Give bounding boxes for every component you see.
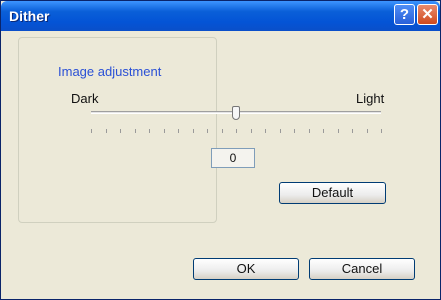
close-button[interactable]: ✕ xyxy=(417,4,438,25)
slider-tick xyxy=(294,129,295,133)
group-label: Image adjustment xyxy=(56,64,164,79)
slider-tick xyxy=(192,129,194,133)
ok-button[interactable]: OK xyxy=(193,258,299,280)
adjustment-value: 0 xyxy=(211,148,255,168)
slider-tick xyxy=(207,129,208,133)
cancel-button[interactable]: Cancel xyxy=(309,258,415,280)
default-button[interactable]: Default xyxy=(279,182,386,204)
slider-tick xyxy=(178,129,179,133)
window-title: Dither xyxy=(9,8,50,24)
slider-tick xyxy=(352,129,353,133)
slider-tick xyxy=(250,129,252,133)
slider-tick xyxy=(308,129,310,133)
slider-thumb[interactable] xyxy=(232,106,240,120)
slider-tick xyxy=(163,129,165,133)
slider-tick xyxy=(105,129,107,133)
title-bar[interactable]: Dither ? ✕ xyxy=(1,1,440,31)
slider-tick xyxy=(221,129,223,133)
help-button[interactable]: ? xyxy=(394,4,415,25)
slider-tick xyxy=(337,129,339,133)
dither-dialog: Dither ? ✕ Image adjustment Dark Light 0… xyxy=(0,0,441,300)
slider-tick xyxy=(265,129,266,133)
slider-tick xyxy=(279,129,281,133)
slider-tick xyxy=(91,129,92,133)
slider-tick xyxy=(120,129,121,133)
close-icon: ✕ xyxy=(421,6,434,23)
slider-tick xyxy=(323,129,324,133)
slider-tick xyxy=(236,129,237,133)
slider-ticks xyxy=(91,129,382,134)
light-label: Light xyxy=(356,91,385,106)
slider-tick xyxy=(366,129,368,133)
help-icon: ? xyxy=(399,6,410,23)
dark-label: Dark xyxy=(71,91,99,106)
slider-tick xyxy=(134,129,136,133)
slider-tick xyxy=(381,129,382,133)
slider-tick xyxy=(149,129,150,133)
